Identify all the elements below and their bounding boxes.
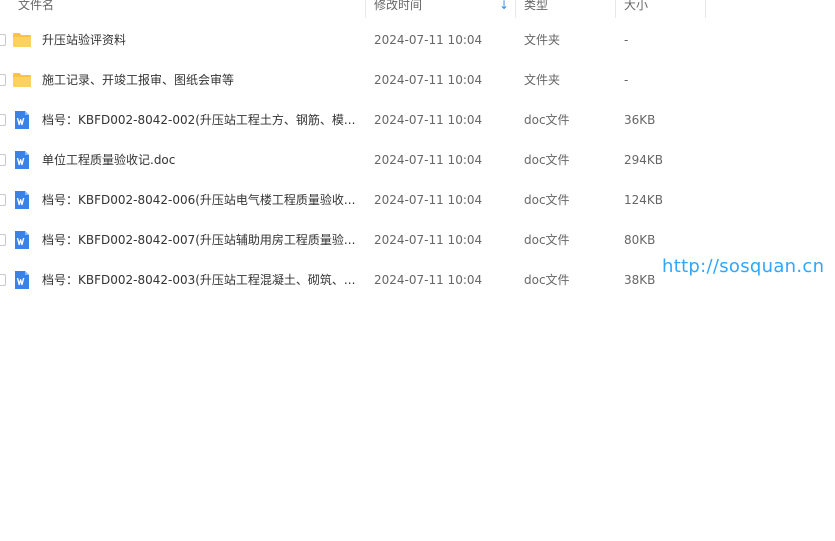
list-item[interactable]: 单位工程质量验收记.doc 2024-07-11 10:04 doc文件 294… (0, 140, 835, 180)
file-type: 文件夹 (524, 33, 561, 47)
word-doc-icon (15, 231, 29, 249)
column-header-name[interactable]: 文件名 (0, 0, 366, 18)
file-name[interactable]: 单位工程质量验收记.doc (42, 140, 175, 180)
folder-icon (13, 33, 31, 47)
row-checkbox[interactable] (0, 34, 6, 46)
row-checkbox[interactable] (0, 154, 6, 166)
sort-down-icon[interactable]: ↓ (499, 0, 509, 18)
row-checkbox[interactable] (0, 114, 6, 126)
file-size: 124KB (624, 193, 664, 207)
file-modified-time: 2024-07-11 10:04 (374, 73, 483, 87)
file-name[interactable]: 升压站验评资料 (42, 20, 126, 60)
file-size: - (624, 73, 629, 87)
file-name[interactable]: 档号：KBFD002-8042-002(升压站工程土方、钢筋、模... (42, 100, 355, 140)
file-modified-time: 2024-07-11 10:04 (374, 193, 483, 207)
column-header-name-label: 文件名 (18, 0, 55, 12)
column-header-time-label: 修改时间 (374, 0, 423, 12)
list-item[interactable]: 档号：KBFD002-8042-007(升压站辅助用房工程质量验... 2024… (0, 220, 835, 260)
file-modified-time: 2024-07-11 10:04 (374, 33, 483, 47)
file-name[interactable]: 档号：KBFD002-8042-007(升压站辅助用房工程质量验... (42, 220, 355, 260)
column-header-time[interactable]: 修改时间 ↓ (366, 0, 516, 18)
word-doc-icon (15, 271, 29, 289)
row-checkbox[interactable] (0, 274, 6, 286)
file-name[interactable]: 档号：KBFD002-8042-003(升压站工程混凝土、砌筑、... (42, 260, 355, 300)
file-modified-time: 2024-07-11 10:04 (374, 273, 483, 287)
folder-icon (13, 73, 31, 87)
word-doc-icon (15, 151, 29, 169)
file-size: - (624, 33, 629, 47)
list-item[interactable]: 档号：KBFD002-8042-006(升压站电气楼工程质量验收... 2024… (0, 180, 835, 220)
row-checkbox[interactable] (0, 74, 6, 86)
column-header: 文件名 修改时间 ↓ 类型 大小 (0, 0, 706, 18)
row-checkbox[interactable] (0, 234, 6, 246)
watermark-url: http://sosquan.cn (662, 256, 825, 277)
file-type: doc文件 (524, 233, 570, 247)
file-type: doc文件 (524, 193, 570, 207)
file-name[interactable]: 施工记录、开竣工报审、图纸会审等 (42, 60, 234, 100)
list-item[interactable]: 施工记录、开竣工报审、图纸会审等 2024-07-11 10:04 文件夹 - (0, 60, 835, 100)
file-name[interactable]: 档号：KBFD002-8042-006(升压站电气楼工程质量验收... (42, 180, 355, 220)
file-type: doc文件 (524, 153, 570, 167)
file-type: doc文件 (524, 113, 570, 127)
word-doc-icon (15, 191, 29, 209)
file-size: 38KB (624, 273, 656, 287)
column-header-size-label: 大小 (624, 0, 649, 12)
column-header-type[interactable]: 类型 (516, 0, 616, 18)
list-item[interactable]: 升压站验评资料 2024-07-11 10:04 文件夹 - (0, 20, 835, 60)
file-type: 文件夹 (524, 73, 561, 87)
list-item[interactable]: 档号：KBFD002-8042-002(升压站工程土方、钢筋、模... 2024… (0, 100, 835, 140)
word-doc-icon (15, 111, 29, 129)
file-size: 36KB (624, 113, 656, 127)
file-modified-time: 2024-07-11 10:04 (374, 233, 483, 247)
file-modified-time: 2024-07-11 10:04 (374, 113, 483, 127)
file-size: 80KB (624, 233, 656, 247)
file-type: doc文件 (524, 273, 570, 287)
file-modified-time: 2024-07-11 10:04 (374, 153, 483, 167)
row-checkbox[interactable] (0, 194, 6, 206)
file-size: 294KB (624, 153, 664, 167)
column-header-size[interactable]: 大小 (616, 0, 706, 18)
column-header-type-label: 类型 (524, 0, 549, 12)
